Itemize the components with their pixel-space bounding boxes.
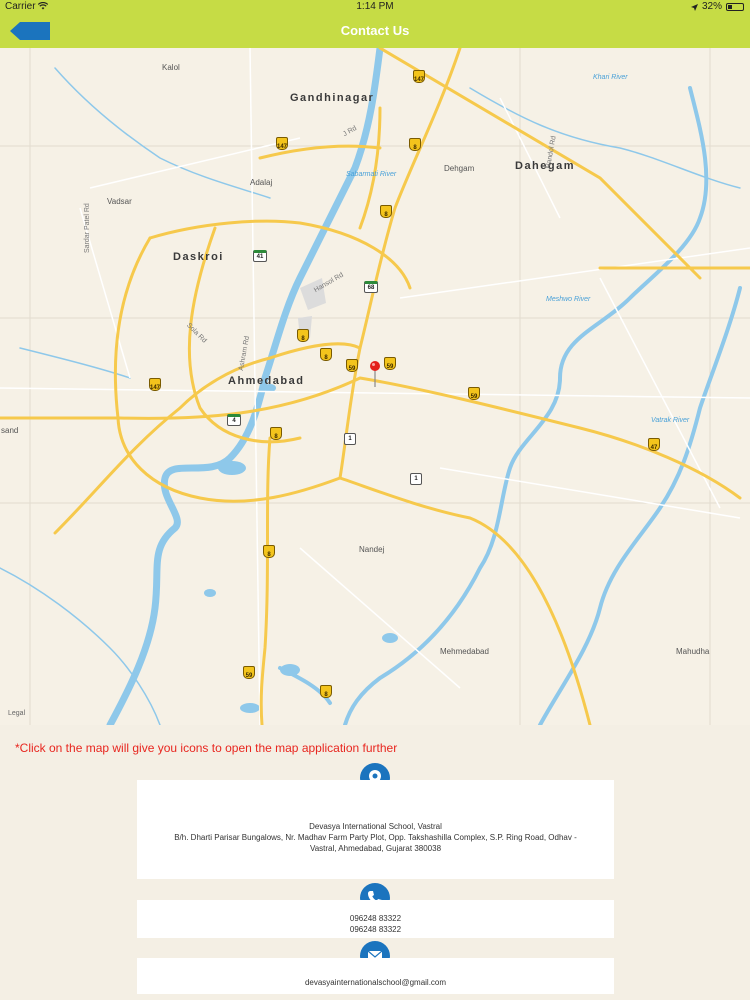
battery-percent: 32%	[701, 1, 722, 12]
highway-shield: 8	[380, 205, 392, 218]
map-label-sardar-patel-rd: Sardar Patel Rd	[84, 203, 91, 253]
map-label-ahmedabad: Ahmedabad	[228, 375, 305, 387]
address-name: Devasya International School, Vastral	[309, 822, 442, 831]
highway-shield: 8	[297, 329, 309, 342]
highway-shield: 4	[227, 414, 241, 426]
map-label-khari-river: Khari River	[593, 74, 628, 81]
map-label-gandhinagar: Gandhinagar	[290, 92, 375, 104]
highway-shield: 59	[243, 666, 255, 679]
address-line-2: Vastral, Ahmedabad, Gujarat 380038	[309, 844, 442, 853]
map-pin-icon	[370, 361, 380, 387]
map-label-vadsar: Vadsar	[107, 197, 132, 206]
highway-shield: 147	[149, 378, 161, 391]
map-label-meshwo-river: Meshwo River	[546, 296, 591, 303]
map-legal-link[interactable]: Legal	[8, 710, 25, 717]
highway-shield: 8	[409, 138, 421, 151]
map-label-kalol: Kalol	[162, 63, 180, 72]
address-card: Devasya International School, Vastral B/…	[137, 780, 614, 879]
battery-icon	[726, 3, 744, 11]
highway-shield: 59	[384, 357, 396, 370]
status-bar: Carrier 1:14 PM 32%	[0, 0, 750, 14]
battery-level	[728, 5, 733, 9]
highway-shield: 8	[270, 427, 282, 440]
map-label-vatrak-river: Vatrak River	[651, 417, 690, 424]
status-time: 1:14 PM	[356, 1, 394, 12]
location-arrow-icon	[690, 3, 698, 11]
highway-shield: 41	[253, 250, 267, 262]
highway-shield: 59	[468, 387, 480, 400]
highway-shield: 59	[346, 359, 358, 372]
map-label-mehmedabad: Mehmedabad	[440, 647, 489, 656]
nav-bar: Contact Us	[0, 14, 750, 48]
highway-shield: 147	[276, 137, 288, 150]
map-label-daskroi: Daskroi	[173, 251, 224, 263]
highway-shield: 147	[413, 70, 425, 83]
map-label-sand: sand	[1, 426, 19, 435]
highway-shield: 1	[410, 473, 422, 485]
phone-number-1[interactable]: 096248 83322	[145, 913, 606, 924]
email-card: devasyainternationalschool@gmail.com	[137, 958, 614, 994]
highway-shield: 8	[320, 348, 332, 361]
map-label-mahudha: Mahudha	[676, 647, 710, 656]
email-address[interactable]: devasyainternationalschool@gmail.com	[145, 977, 606, 988]
status-right: 32%	[690, 0, 744, 14]
map-label-dehgam: Dehgam	[444, 164, 475, 173]
map-label-adalaj: Adalaj	[250, 178, 273, 187]
phone-number-2[interactable]: 096248 83322	[145, 924, 606, 935]
map-view[interactable]: Gandhinagar Dahegam Daskroi Ahmedabad Ka…	[0, 48, 750, 725]
phone-card: 096248 83322 096248 83322	[137, 900, 614, 938]
highway-shield: 47	[648, 438, 660, 451]
page-title: Contact Us	[340, 23, 410, 38]
address-line-1: B/h. Dharti Parisar Bungalows, Nr. Madha…	[174, 833, 577, 842]
map-label-sabarmati-river: Sabarmati River	[346, 171, 397, 178]
highway-shield: 1	[344, 433, 356, 445]
highway-shield: 68	[364, 281, 378, 293]
highway-shield: 8	[263, 545, 275, 558]
highway-shield: 8	[320, 685, 332, 698]
map-hint-note: *Click on the map will give you icons to…	[15, 741, 398, 755]
map-label-nandej: Nandej	[359, 545, 385, 554]
